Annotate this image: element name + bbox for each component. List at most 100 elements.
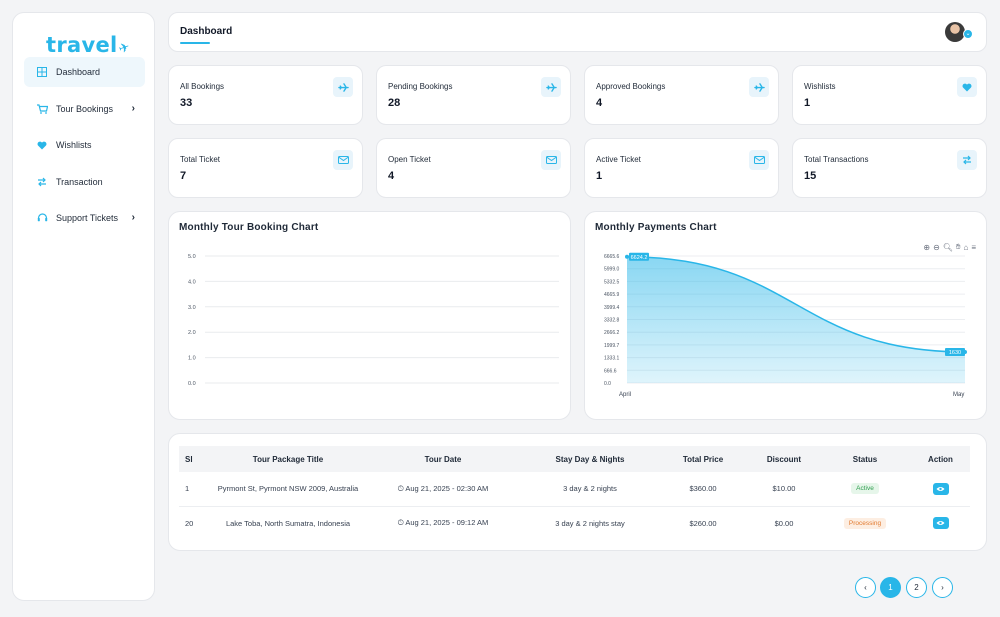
stat-label: Active Ticket <box>596 155 641 164</box>
sidebar-item-label: Tour Bookings <box>56 104 114 114</box>
stat-card-pending-bookings: Pending Bookings 28 <box>376 65 571 125</box>
y-tick-label: 1333.1 <box>604 356 620 362</box>
cell-title: Lake Toba, North Sumatra, Indonesia <box>225 518 351 528</box>
table-header-row: Sl Tour Package Title Tour Date Stay Day… <box>179 446 970 472</box>
stat-label: Total Transactions <box>804 155 869 164</box>
stat-value: 4 <box>388 170 395 182</box>
stat-label: Approved Bookings <box>596 82 666 91</box>
y-tick-label: 1.0 <box>188 356 196 362</box>
title-underline <box>180 42 210 44</box>
clock-icon: 🕓︎ <box>397 518 404 528</box>
column-header: Status <box>819 446 911 472</box>
y-tick-label: 5999.0 <box>604 267 620 273</box>
ticket-icon <box>541 150 561 170</box>
booking-chart: 5.0 4.0 3.0 2.0 1.0 0.0 <box>188 254 559 387</box>
avatar[interactable] <box>945 22 965 42</box>
status-badge: Processing <box>843 517 887 529</box>
cell-stay: 3 day & 2 nights stay <box>555 518 625 528</box>
view-button[interactable] <box>932 482 949 495</box>
cell-sl: 1 <box>179 472 213 507</box>
bookings-table-panel: Sl Tour Package Title Tour Date Stay Day… <box>168 433 987 551</box>
y-tick-label: 1999.7 <box>604 343 620 349</box>
payments-chart: 6665.6 5999.0 5332.5 4665.9 3999.4 3332.8 2666… <box>604 252 967 398</box>
chevron-down-icon[interactable]: ⌄ <box>963 29 973 39</box>
y-tick-label: 3.0 <box>188 305 196 311</box>
view-button[interactable] <box>932 517 949 530</box>
data-label: 1630 <box>949 350 961 356</box>
cart-icon <box>36 103 48 115</box>
stat-card-total-transactions: Total Transactions 15 <box>792 138 987 198</box>
table-row: 1 Pyrmont St, Pyrmont NSW 2009, Australi… <box>179 472 970 507</box>
heart-icon <box>36 139 48 151</box>
eye-icon <box>936 486 945 491</box>
column-header: Tour Package Title <box>213 446 363 472</box>
sidebar-item-label: Dashboard <box>56 67 101 77</box>
x-tick-label: April <box>619 392 631 398</box>
y-tick-label: 3999.4 <box>604 305 620 311</box>
sidebar-item-transaction[interactable]: Transaction <box>24 167 145 197</box>
sidebar-item-tour-bookings[interactable]: Tour Bookings › <box>24 94 145 124</box>
cell-sl: 20 <box>185 518 194 528</box>
column-header: Action <box>911 446 970 472</box>
eye-icon <box>936 521 945 526</box>
pagination-next-button[interactable]: › <box>932 577 953 598</box>
stat-value: 28 <box>388 97 401 109</box>
swap-icon <box>957 150 977 170</box>
y-tick-label: 4665.9 <box>604 292 620 298</box>
grid-icon <box>36 66 48 78</box>
x-tick-label: May <box>953 392 964 398</box>
table-row: 20 Lake Toba, North Sumatra, Indonesia 🕓… <box>179 506 970 540</box>
stat-card-open-ticket: Open Ticket 4 <box>376 138 571 198</box>
cell-action <box>911 506 970 540</box>
stat-label: Pending Bookings <box>388 82 453 91</box>
y-tick-label: 3332.8 <box>604 318 620 324</box>
payments-chart-panel: Monthly Payments Chart ⊕ ⊖ 🔍︎ ✋︎ ⌂ ≡ 666… <box>584 211 987 420</box>
stat-value: 1 <box>596 170 603 182</box>
y-tick-label: 6665.6 <box>604 254 620 260</box>
logo[interactable]: travel✈ <box>46 33 132 57</box>
cell-price: $360.00 <box>657 472 749 507</box>
y-tick-label: 5.0 <box>188 254 196 260</box>
stat-value: 15 <box>804 170 817 182</box>
sidebar-item-label: Wishlists <box>56 140 92 150</box>
cell-date: 🕓︎ Aug 21, 2025 - 02:30 AM <box>363 472 523 507</box>
stat-card-total-ticket: Total Ticket 7 <box>168 138 363 198</box>
sidebar-item-wishlists[interactable]: Wishlists <box>24 130 145 160</box>
airplane-icon <box>333 77 353 97</box>
cell-status: Active <box>819 472 911 507</box>
pagination-prev-button[interactable]: ‹ <box>855 577 876 598</box>
ticket-icon <box>333 150 353 170</box>
cell-status: Processing <box>819 506 911 540</box>
column-header: Discount <box>749 446 819 472</box>
page-title: Dashboard <box>180 26 233 37</box>
chevron-right-icon: › <box>131 103 135 114</box>
sidebar-item-support-tickets[interactable]: Support Tickets › <box>24 203 145 233</box>
stat-label: Open Ticket <box>388 155 431 164</box>
y-tick-label: 5332.5 <box>604 279 620 285</box>
stat-label: All Bookings <box>180 82 225 91</box>
cell-discount: $0.00 <box>774 518 794 528</box>
headset-icon <box>36 212 48 224</box>
airplane-icon <box>541 77 561 97</box>
data-point <box>625 254 629 259</box>
stat-card-wishlists: Wishlists 1 <box>792 65 987 125</box>
booking-chart-panel: Monthly Tour Booking Chart 5.0 4.0 3.0 2.0 1… <box>168 211 571 420</box>
stat-value: 1 <box>804 97 811 109</box>
sidebar: travel✈ Dashboard Tour Bookings › Wishli… <box>12 12 155 601</box>
sidebar-item-dashboard[interactable]: Dashboard <box>24 57 145 87</box>
y-tick-label: 4.0 <box>188 279 196 285</box>
bookings-table: Sl Tour Package Title Tour Date Stay Day… <box>179 446 970 540</box>
y-tick-label: 0.0 <box>188 381 196 387</box>
cell-stay: 3 day & 2 nights <box>523 472 657 507</box>
stat-card-active-ticket: Active Ticket 1 <box>584 138 779 198</box>
pagination-page-1[interactable]: 1 <box>880 577 901 598</box>
cell-title: Pyrmont St, Pyrmont NSW 2009, Australia <box>213 472 363 507</box>
clock-icon: 🕓︎ <box>397 483 404 493</box>
column-header: Stay Day & Nights <box>523 446 657 472</box>
pagination-page-2[interactable]: 2 <box>906 577 927 598</box>
heart-icon <box>957 77 977 97</box>
stat-label: Wishlists <box>804 82 836 91</box>
stat-value: 33 <box>180 97 193 109</box>
ticket-icon <box>749 150 769 170</box>
cell-date: 🕓︎ Aug 21, 2025 - 09:12 AM <box>397 518 489 528</box>
